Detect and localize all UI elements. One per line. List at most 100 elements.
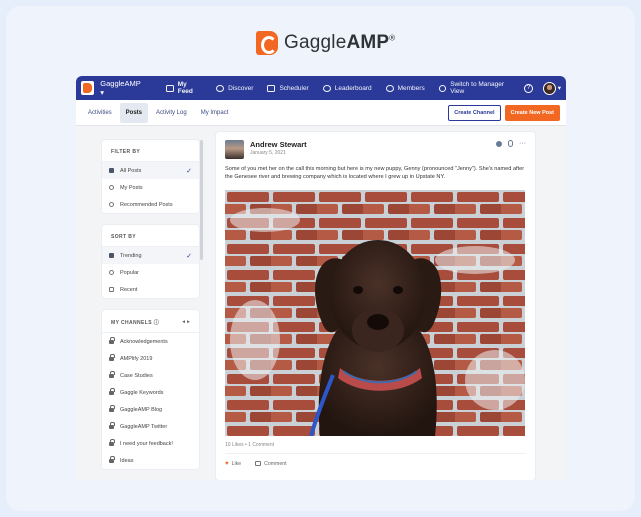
compass-icon — [216, 84, 225, 92]
filter-label: My Posts — [120, 184, 143, 191]
more-options-icon[interactable]: ··· — [519, 140, 526, 147]
app-logo-icon[interactable] — [81, 81, 95, 95]
filter-all-posts[interactable]: All Posts ✓ — [102, 162, 199, 179]
post-text: Some of you met her on the call this mor… — [225, 166, 525, 180]
sort-label: Recent — [120, 286, 138, 293]
filter-card: FILTER BY All Posts ✓ My Posts Recommend… — [102, 140, 199, 213]
subbar-actions: Create Channel Create New Post — [448, 104, 560, 121]
tab-activities[interactable]: Activities — [82, 103, 118, 123]
sort-popular[interactable]: Popular — [102, 264, 199, 281]
channels-title: MY CHANNELS ⓘ ◂ ▸ — [102, 310, 199, 333]
comment-button[interactable]: Comment — [255, 461, 287, 467]
post-engagement-stats[interactable]: 10 Likes • 1 Comment — [225, 442, 274, 448]
divider — [225, 453, 526, 454]
clock-icon — [109, 287, 114, 292]
nav-scheduler[interactable]: Scheduler — [267, 84, 309, 92]
lock-icon — [109, 455, 115, 463]
channel-pager-arrows[interactable]: ◂ ▸ — [182, 319, 190, 326]
members-icon — [385, 84, 394, 92]
lock-icon — [109, 438, 115, 446]
trending-icon — [109, 253, 114, 258]
filter-label: Recommended Posts — [120, 201, 173, 208]
channel-item[interactable]: AMPlify 2019 — [102, 350, 199, 367]
lock-icon — [109, 404, 115, 412]
user-menu[interactable]: ▾ — [542, 81, 561, 95]
star-icon — [109, 202, 114, 207]
navbar-right: Switch to Manager View ? ▾ — [438, 81, 561, 95]
app-window: GaggleAMP ▾ My Feed Discover Scheduler L… — [76, 76, 566, 480]
registered-mark: ® — [389, 33, 396, 43]
post-header: Andrew Stewart January 5, 2021 ··· — [216, 132, 535, 159]
left-sidebar: FILTER BY All Posts ✓ My Posts Recommend… — [102, 140, 199, 477]
nav-my-feed[interactable]: My Feed — [166, 81, 202, 95]
user-circle-icon — [109, 185, 114, 190]
create-new-post-button[interactable]: Create New Post — [504, 104, 560, 121]
channels-card: MY CHANNELS ⓘ ◂ ▸ Acknowledgements AMPli… — [102, 310, 199, 469]
switch-manager-view-link[interactable]: Switch to Manager View — [438, 81, 515, 95]
avatar — [542, 81, 556, 95]
nav-members[interactable]: Members — [385, 84, 425, 92]
nav-label: Members — [397, 84, 425, 92]
post-date: January 5, 2021 — [250, 150, 286, 156]
heart-icon: ♥ — [225, 461, 229, 467]
like-button[interactable]: ♥ Like — [225, 461, 241, 467]
post-actions: ♥ Like Comment — [225, 461, 287, 467]
brand-wordmark: GaggleAMP® — [284, 32, 395, 54]
nav-label: Leaderboard — [334, 84, 372, 92]
user-icon — [438, 84, 447, 92]
top-navbar: GaggleAMP ▾ My Feed Discover Scheduler L… — [76, 76, 566, 100]
monitor-icon — [166, 84, 174, 92]
channel-item[interactable]: Ideas — [102, 452, 199, 469]
author-avatar[interactable] — [225, 140, 244, 159]
nav-leaderboard[interactable]: Leaderboard — [322, 84, 372, 92]
channel-item[interactable]: I need your feedback! — [102, 435, 199, 452]
trophy-icon — [322, 84, 331, 92]
sidebar-scrollbar[interactable] — [200, 140, 203, 260]
channel-item[interactable]: GaggleAMP Blog — [102, 401, 199, 418]
gaggleamp-logo: GaggleAMP® — [256, 30, 395, 56]
check-icon: ✓ — [186, 167, 192, 175]
nav-label: Discover — [228, 84, 254, 92]
sort-title: SORT BY — [102, 225, 199, 247]
tab-activity-log[interactable]: Activity Log — [150, 103, 193, 123]
switch-label: Switch to Manager View — [450, 81, 505, 95]
sort-recent[interactable]: Recent — [102, 281, 199, 298]
sub-navbar: Activities Posts Activity Log My Impact … — [76, 100, 566, 126]
tab-my-impact[interactable]: My Impact — [195, 103, 235, 123]
filter-recommended-posts[interactable]: Recommended Posts — [102, 196, 199, 213]
post-image-puppy[interactable] — [225, 190, 525, 436]
channel-item[interactable]: Case Studies — [102, 367, 199, 384]
puppy-photo — [225, 190, 525, 436]
feed-post: Andrew Stewart January 5, 2021 ··· Some … — [216, 132, 535, 480]
sort-label: Popular — [120, 269, 139, 276]
sort-label: Trending — [120, 252, 142, 259]
channel-item[interactable]: Acknowledgements — [102, 333, 199, 350]
post-tools: ··· — [496, 140, 526, 147]
help-icon[interactable]: ? — [524, 83, 533, 93]
share-user-icon[interactable] — [496, 140, 502, 147]
filter-my-posts[interactable]: My Posts — [102, 179, 199, 196]
chevron-down-icon: ▾ — [557, 85, 561, 92]
check-icon: ✓ — [186, 252, 192, 260]
nav-label: My Feed — [177, 81, 193, 95]
gaggleamp-mark-icon — [256, 31, 278, 55]
sort-card: SORT BY Trending ✓ Popular Recent — [102, 225, 199, 298]
comment-icon — [255, 461, 262, 467]
lock-icon — [109, 421, 115, 429]
create-channel-button[interactable]: Create Channel — [448, 104, 501, 121]
tab-posts[interactable]: Posts — [119, 102, 149, 123]
channel-item[interactable]: Gaggle Keywords — [102, 384, 199, 401]
lock-icon — [109, 336, 115, 344]
post-author[interactable]: Andrew Stewart — [250, 140, 307, 149]
app-switcher[interactable]: GaggleAMP ▾ — [100, 79, 144, 97]
nav-discover[interactable]: Discover — [216, 84, 254, 92]
brand-name-bold: AMP — [346, 32, 390, 53]
flame-icon — [109, 270, 114, 275]
posts-icon — [109, 168, 114, 173]
lock-icon — [109, 353, 115, 361]
calendar-icon — [267, 84, 276, 92]
attachment-icon[interactable] — [508, 140, 513, 147]
sort-trending[interactable]: Trending ✓ — [102, 247, 199, 264]
filter-label: All Posts — [120, 167, 142, 174]
channel-item[interactable]: GaggleAMP Twitter — [102, 418, 199, 435]
